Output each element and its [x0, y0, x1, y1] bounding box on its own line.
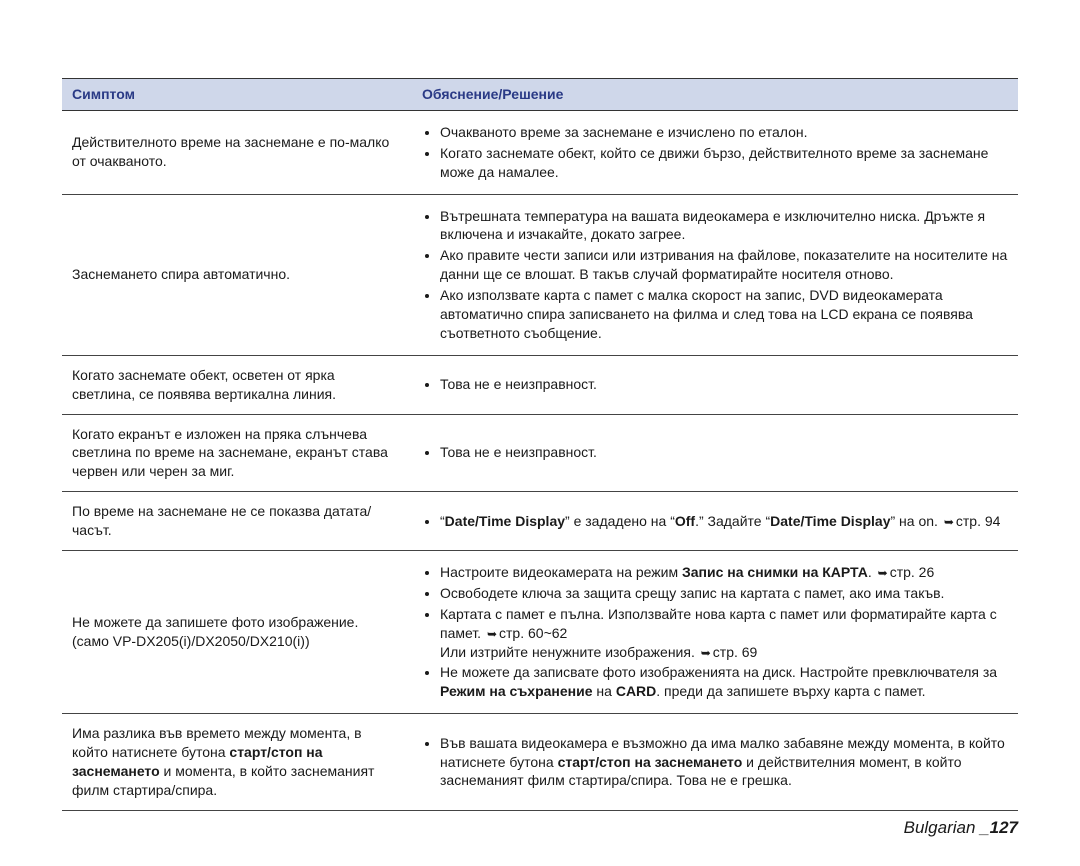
- symptom-cell: Действителното време на заснемане е по-м…: [62, 110, 412, 194]
- header-symptom: Симптом: [62, 79, 412, 111]
- solution-item: Това не е неизправност.: [440, 375, 1008, 394]
- header-solution: Обяснение/Решение: [412, 79, 1018, 111]
- page-footer: Bulgarian _127: [904, 818, 1018, 838]
- symptom-cell: Заснемането спира автоматично.: [62, 194, 412, 355]
- solution-cell: Вътрешната температура на вашата видеока…: [412, 194, 1018, 355]
- table-header-row: Симптом Обяснение/Решение: [62, 79, 1018, 111]
- solution-cell: Това не е неизправност.: [412, 414, 1018, 492]
- solution-list: Очакваното време за заснемане е изчислен…: [422, 123, 1008, 182]
- solution-item: Настроите видеокамерата на режим Запис н…: [440, 563, 1008, 582]
- symptom-cell: Има разлика във времето между момента, в…: [62, 714, 412, 811]
- solution-cell: Очакваното време за заснемане е изчислен…: [412, 110, 1018, 194]
- solution-item: Това не е неизправност.: [440, 443, 1008, 462]
- solution-cell: Във вашата видеокамера е възможно да има…: [412, 714, 1018, 811]
- symptom-cell: По време на заснемане не се показва дата…: [62, 492, 412, 551]
- solution-item: Очакваното време за заснемане е изчислен…: [440, 123, 1008, 142]
- table-row: Когато заснемате обект, осветен от ярка …: [62, 355, 1018, 414]
- solution-item: Когато заснемате обект, който се движи б…: [440, 144, 1008, 182]
- table-row: Когато екранът е изложен на пряка слънче…: [62, 414, 1018, 492]
- solution-list: Вътрешната температура на вашата видеока…: [422, 207, 1008, 343]
- symptom-cell: Не можете да запишете фото изображение. …: [62, 551, 412, 714]
- solution-cell: Това не е неизправност.: [412, 355, 1018, 414]
- solution-item: Ако използвате карта с памет с малка ско…: [440, 286, 1008, 343]
- solution-list: Във вашата видеокамера е възможно да има…: [422, 734, 1008, 791]
- solution-item: Не можете да записвате фото изображеният…: [440, 663, 1008, 701]
- solution-item: Във вашата видеокамера е възможно да има…: [440, 734, 1008, 791]
- footer-page-number: 127: [990, 818, 1018, 837]
- solution-item: Вътрешната температура на вашата видеока…: [440, 207, 1008, 245]
- table-row: Има разлика във времето между момента, в…: [62, 714, 1018, 811]
- solution-list: Това не е неизправност.: [422, 443, 1008, 462]
- solution-item: Картата с памет е пълна. Използвайте нов…: [440, 605, 1008, 662]
- solution-item: Освободете ключа за защита срещу запис н…: [440, 584, 1008, 603]
- solution-cell: Настроите видеокамерата на режим Запис н…: [412, 551, 1018, 714]
- troubleshooting-table: Симптом Обяснение/Решение Действителното…: [62, 78, 1018, 811]
- footer-language: Bulgarian _: [904, 818, 990, 837]
- table-row: По време на заснемане не се показва дата…: [62, 492, 1018, 551]
- manual-page: Симптом Обяснение/Решение Действителното…: [0, 0, 1080, 866]
- solution-item: “Date/Time Display” е зададено на “Off.”…: [440, 512, 1008, 531]
- table-row: Действителното време на заснемане е по-м…: [62, 110, 1018, 194]
- table-row: Заснемането спира автоматично. Вътрешната…: [62, 194, 1018, 355]
- solution-list: Това не е неизправност.: [422, 375, 1008, 394]
- solution-list: “Date/Time Display” е зададено на “Off.”…: [422, 512, 1008, 531]
- solution-item: Ако правите чести записи или изтривания …: [440, 246, 1008, 284]
- symptom-cell: Когато заснемате обект, осветен от ярка …: [62, 355, 412, 414]
- solution-cell: “Date/Time Display” е зададено на “Off.”…: [412, 492, 1018, 551]
- table-row: Не можете да запишете фото изображение. …: [62, 551, 1018, 714]
- solution-list: Настроите видеокамерата на режим Запис н…: [422, 563, 1008, 701]
- symptom-cell: Когато екранът е изложен на пряка слънче…: [62, 414, 412, 492]
